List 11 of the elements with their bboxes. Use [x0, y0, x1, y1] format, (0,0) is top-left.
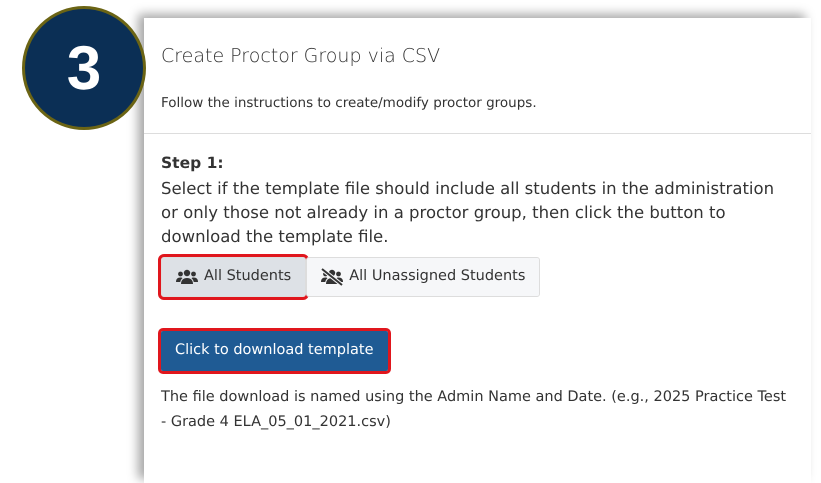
- instructions-text: Select if the template file should include all students in the administration or only those not already in a proctor group, then click the button to download the template file.: [161, 178, 776, 248]
- users-icon: [176, 268, 198, 285]
- panel-title: Create Proctor Group via CSV: [161, 44, 442, 69]
- file-name-note: The file download is named using the Admin Name and Date. (e.g., 2025 Practice Test - Grade 4 ELA_05_01_2021.csv): [161, 388, 788, 432]
- download-template-button[interactable]: Click to download template: [161, 330, 388, 370]
- student-filter-button[interactable]: All Unassigned Students: [306, 257, 540, 297]
- panel-subtitle: Follow the instructions to create/modify proctor groups.: [161, 94, 538, 112]
- step-label: Step 1:: [161, 152, 225, 174]
- users-slash-icon: [321, 268, 344, 286]
- student-filter-button[interactable]: All Students: [161, 257, 306, 297]
- step-number-badge: 3: [22, 6, 146, 130]
